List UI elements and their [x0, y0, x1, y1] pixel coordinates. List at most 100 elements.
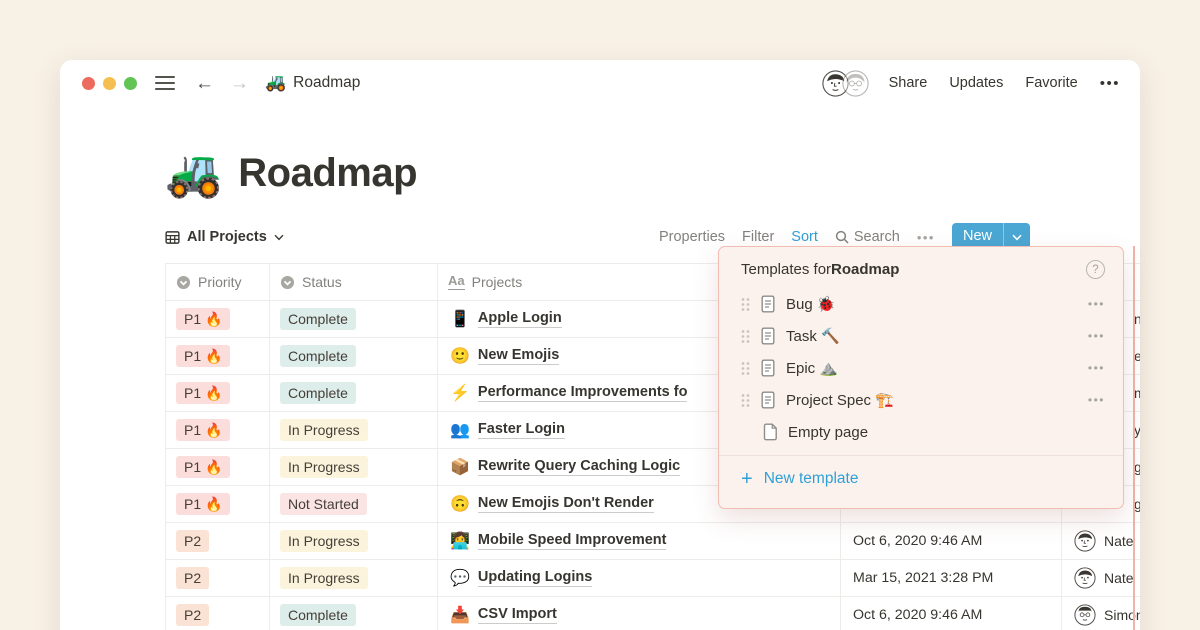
select-property-icon — [280, 275, 295, 289]
sort-button[interactable]: Sort — [791, 229, 818, 245]
person-avatar — [1074, 604, 1096, 626]
priority-cell[interactable]: P1 🔥 — [166, 449, 270, 485]
status-badge: In Progress — [280, 566, 368, 590]
status-cell[interactable]: In Progress — [270, 412, 438, 448]
template-more-icon[interactable]: ••• — [1088, 297, 1105, 311]
template-page-icon — [761, 391, 775, 409]
project-link[interactable]: Apple Login — [477, 310, 562, 328]
drag-handle-icon[interactable] — [741, 393, 750, 408]
date-cell[interactable]: Oct 6, 2020 9:46 AM — [841, 523, 1062, 559]
member-avatars[interactable] — [821, 69, 869, 97]
priority-cell[interactable]: P1 🔥 — [166, 375, 270, 411]
priority-cell[interactable]: P2 — [166, 523, 270, 559]
select-property-icon — [176, 275, 191, 289]
date-cell[interactable]: Mar 15, 2021 3:28 PM — [841, 560, 1062, 596]
table-view-icon — [165, 230, 180, 244]
project-link[interactable]: New Emojis — [477, 347, 560, 365]
drag-handle-icon[interactable] — [741, 329, 750, 344]
status-cell[interactable]: Complete — [270, 375, 438, 411]
back-button[interactable]: ← — [195, 74, 214, 93]
date-cell[interactable]: Oct 6, 2020 9:46 AM — [841, 597, 1062, 630]
project-emoji-icon: 👩‍💻 — [450, 533, 470, 550]
avatar[interactable] — [841, 69, 869, 97]
drag-handle-icon[interactable] — [741, 361, 750, 376]
priority-badge: P1 🔥 — [176, 418, 231, 442]
status-cell[interactable]: Complete — [270, 301, 438, 337]
plus-icon: + — [741, 467, 753, 490]
column-guide-line — [1133, 246, 1135, 630]
priority-cell[interactable]: P2 — [166, 597, 270, 630]
status-cell[interactable]: Complete — [270, 338, 438, 374]
person-cell[interactable]: Simon — [1062, 597, 1140, 630]
popup-title-prefix: Templates for — [741, 261, 832, 278]
breadcrumb[interactable]: 🚜 Roadmap — [265, 73, 360, 93]
toolbar-more-icon[interactable]: ••• — [917, 230, 935, 245]
chevron-down-icon — [274, 234, 284, 240]
share-button[interactable]: Share — [889, 75, 928, 91]
template-label: Bug 🐞 — [786, 296, 836, 313]
template-more-icon[interactable]: ••• — [1088, 361, 1105, 375]
help-icon[interactable]: ? — [1086, 260, 1105, 279]
favorite-button[interactable]: Favorite — [1025, 75, 1077, 91]
priority-cell[interactable]: P1 🔥 — [166, 301, 270, 337]
table-row: P2 Complete 📥 CSV Import Oct 6, 2020 9:46… — [166, 597, 1140, 630]
project-cell[interactable]: 💬 Updating Logins — [438, 560, 841, 596]
priority-badge: P2 — [176, 529, 210, 553]
project-emoji-icon: 📱 — [450, 311, 470, 328]
template-item-task[interactable]: Task 🔨 ••• — [719, 320, 1123, 352]
person-cell[interactable]: Nate — [1062, 523, 1140, 559]
status-cell[interactable]: Complete — [270, 597, 438, 630]
person-avatar — [1074, 530, 1096, 552]
zoom-window-button[interactable] — [124, 76, 137, 90]
status-cell[interactable]: Not Started — [270, 486, 438, 522]
person-cell[interactable]: Nate — [1062, 560, 1140, 596]
project-link[interactable]: CSV Import — [477, 606, 557, 624]
template-item-empty-page[interactable]: Empty page — [719, 416, 1123, 448]
new-template-button[interactable]: + New template — [719, 456, 1123, 501]
minimize-window-button[interactable] — [103, 76, 116, 90]
template-more-icon[interactable]: ••• — [1088, 329, 1105, 343]
column-header-priority[interactable]: Priority — [166, 264, 270, 300]
status-cell[interactable]: In Progress — [270, 523, 438, 559]
project-link[interactable]: Updating Logins — [477, 569, 593, 587]
priority-cell[interactable]: P1 🔥 — [166, 338, 270, 374]
project-link[interactable]: New Emojis Don't Render — [477, 495, 654, 513]
updates-button[interactable]: Updates — [949, 75, 1003, 91]
properties-button[interactable]: Properties — [659, 229, 725, 245]
project-link[interactable]: Mobile Speed Improvement — [477, 532, 667, 550]
status-badge: In Progress — [280, 418, 368, 442]
status-badge: Complete — [280, 344, 356, 368]
project-link[interactable]: Performance Improvements fo — [477, 384, 688, 402]
close-window-button[interactable] — [82, 76, 95, 90]
template-item-bug[interactable]: Bug 🐞 ••• — [719, 288, 1123, 320]
chevron-down-icon — [1012, 234, 1022, 241]
project-link[interactable]: Rewrite Query Caching Logic — [477, 458, 681, 476]
template-more-icon[interactable]: ••• — [1088, 393, 1105, 407]
person-name: Nate — [1104, 570, 1134, 586]
status-cell[interactable]: In Progress — [270, 560, 438, 596]
priority-badge: P1 🔥 — [176, 492, 231, 516]
project-link[interactable]: Faster Login — [477, 421, 565, 439]
status-cell[interactable]: In Progress — [270, 449, 438, 485]
more-options-icon[interactable]: ••• — [1100, 75, 1120, 92]
template-item-project-spec[interactable]: Project Spec 🏗️ ••• — [719, 384, 1123, 416]
filter-button[interactable]: Filter — [742, 229, 774, 245]
project-emoji-icon: 👥 — [450, 422, 470, 439]
forward-button[interactable]: → — [230, 74, 249, 93]
topbar-actions: Share Updates Favorite ••• — [821, 69, 1120, 97]
column-header-status[interactable]: Status — [270, 264, 438, 300]
search-button[interactable]: Search — [835, 229, 900, 245]
sidebar-toggle-icon[interactable] — [155, 76, 175, 90]
priority-cell[interactable]: P1 🔥 — [166, 412, 270, 448]
drag-handle-icon[interactable] — [741, 297, 750, 312]
project-emoji-icon: 🙂 — [450, 348, 470, 365]
view-switcher[interactable]: All Projects — [165, 229, 284, 245]
project-cell[interactable]: 📥 CSV Import — [438, 597, 841, 630]
page-title: 🚜 Roadmap — [165, 150, 1140, 196]
priority-badge: P1 🔥 — [176, 455, 231, 479]
priority-cell[interactable]: P2 — [166, 560, 270, 596]
priority-cell[interactable]: P1 🔥 — [166, 486, 270, 522]
project-cell[interactable]: 👩‍💻 Mobile Speed Improvement — [438, 523, 841, 559]
template-item-epic[interactable]: Epic ⛰️ ••• — [719, 352, 1123, 384]
status-badge: In Progress — [280, 529, 368, 553]
